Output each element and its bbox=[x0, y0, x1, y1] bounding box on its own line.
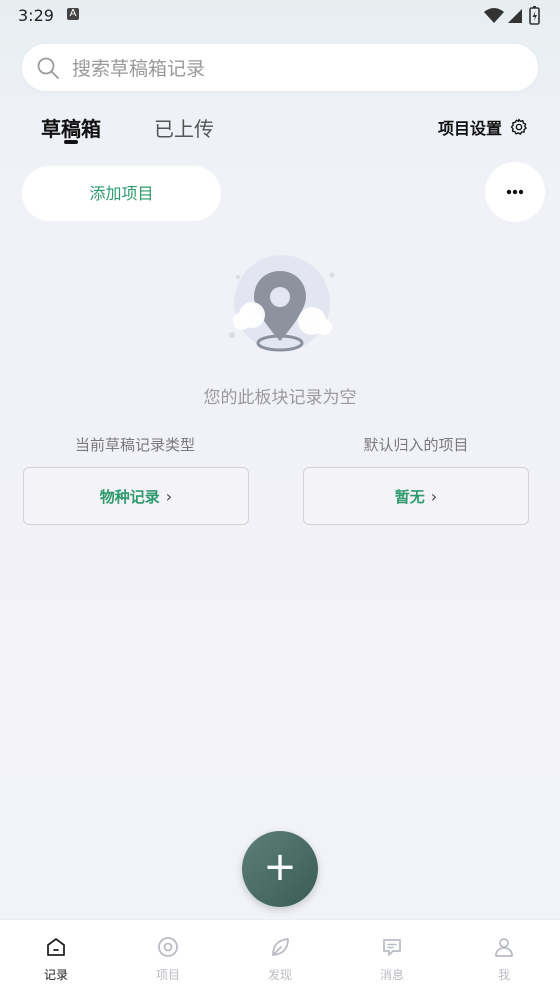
chevron-right-icon: › bbox=[165, 486, 173, 506]
tab-active-indicator bbox=[64, 140, 78, 144]
nav-label-discover: 发现 bbox=[267, 968, 292, 982]
project-settings-button[interactable]: 项目设置 bbox=[438, 115, 528, 139]
plus-icon: + bbox=[263, 844, 297, 890]
draft-type-value: 物种记录 bbox=[99, 487, 160, 506]
target-icon bbox=[158, 937, 178, 957]
tab-uploaded[interactable]: 已上传 bbox=[154, 113, 214, 142]
nav-label-records: 记录 bbox=[43, 968, 68, 982]
search-box[interactable] bbox=[22, 44, 538, 93]
default-project-selector[interactable]: 暂无 › bbox=[303, 467, 529, 525]
tab-drafts[interactable]: 草稿箱 bbox=[41, 113, 101, 142]
project-settings-label: 项目设置 bbox=[438, 119, 503, 138]
nav-item-me[interactable]: 我 bbox=[448, 920, 560, 996]
nav-label-projects: 项目 bbox=[155, 968, 180, 982]
notification-badge: A bbox=[67, 8, 79, 20]
nav-label-me: 我 bbox=[497, 968, 510, 982]
bottom-nav: 记录 项目 发现 消息 我 bbox=[0, 919, 560, 996]
status-icons bbox=[484, 6, 540, 25]
nav-item-records[interactable]: 记录 bbox=[0, 920, 112, 996]
nav-item-projects[interactable]: 项目 bbox=[112, 920, 224, 996]
nav-label-messages: 消息 bbox=[379, 968, 404, 982]
home-icon bbox=[47, 938, 65, 956]
nav-item-messages[interactable]: 消息 bbox=[336, 920, 448, 996]
message-icon bbox=[383, 939, 401, 956]
chevron-right-icon: › bbox=[430, 486, 438, 506]
empty-location-illustration bbox=[229, 255, 335, 352]
empty-state-text: 您的此板块记录为空 bbox=[203, 388, 357, 408]
user-icon bbox=[495, 938, 513, 957]
gear-icon bbox=[510, 118, 527, 135]
search-icon bbox=[37, 57, 59, 79]
draft-type-label: 当前草稿记录类型 bbox=[74, 436, 195, 454]
wifi-icon bbox=[484, 8, 504, 23]
status-time: 3:29 bbox=[18, 6, 54, 25]
draft-type-selector[interactable]: 物种记录 › bbox=[23, 467, 249, 525]
add-record-fab[interactable]: + bbox=[242, 831, 318, 907]
search-input[interactable] bbox=[70, 44, 514, 93]
default-project-label: 默认归入的项目 bbox=[363, 436, 469, 454]
status-bar: 3:29 A bbox=[0, 0, 560, 32]
signal-icon bbox=[508, 9, 522, 23]
more-icon bbox=[506, 189, 524, 195]
add-project-button[interactable]: 添加项目 bbox=[22, 166, 221, 221]
leaf-icon bbox=[272, 938, 289, 956]
default-project-value: 暂无 bbox=[394, 487, 425, 506]
more-button[interactable] bbox=[485, 162, 545, 222]
nav-item-discover[interactable]: 发现 bbox=[224, 920, 336, 996]
